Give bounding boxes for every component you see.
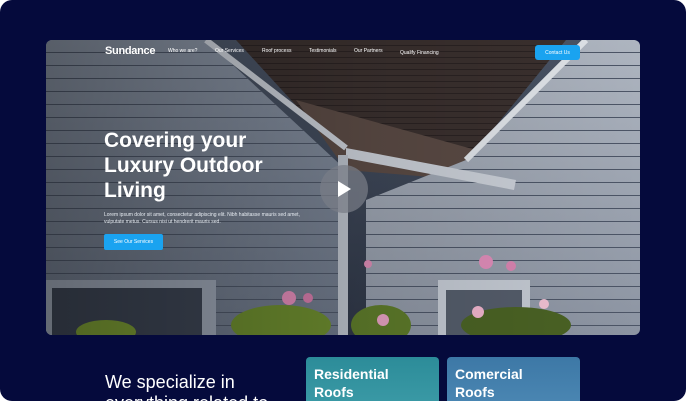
hero-title-line: Covering your [104, 129, 247, 152]
nav-link-testimonials[interactable]: Testimonials [309, 48, 337, 54]
nav-link-who-we-are[interactable]: Who we are? [168, 48, 197, 54]
nav-link-qualify-financing[interactable]: Qualify Financing [400, 50, 439, 56]
nav-link-our-services[interactable]: Our Services [215, 48, 244, 54]
play-video-button[interactable] [320, 165, 368, 213]
hero-title-line: Luxury Outdoor [104, 154, 263, 177]
play-icon [338, 181, 351, 197]
specialize-heading-line: everything related to [105, 393, 295, 401]
card-title: Comercial Roofs [455, 365, 523, 401]
page-frame: Sundance Who we are? Our Services Roof p… [0, 0, 686, 401]
hero-section: Sundance Who we are? Our Services Roof p… [46, 40, 640, 335]
specialize-heading: We specialize in everything related to [105, 372, 295, 401]
card-title-line: Roofs [455, 384, 495, 400]
card-title-line: Comercial [455, 366, 523, 382]
see-our-services-button[interactable]: See Our Services [104, 234, 163, 250]
hero-description: Lorem ipsum dolor sit amet, consectetur … [104, 212, 300, 225]
card-title-line: Residential [314, 366, 389, 382]
nav-link-roof-process[interactable]: Roof process [262, 48, 291, 54]
site-logo[interactable]: Sundance [105, 45, 155, 57]
card-title: Residential Roofs [314, 365, 389, 401]
contact-us-button[interactable]: Contact Us [535, 45, 580, 60]
card-title-line: Roofs [314, 384, 354, 400]
hero-title: Covering your Luxury Outdoor Living [104, 128, 324, 203]
commercial-roofs-card[interactable]: Comercial Roofs [447, 357, 580, 401]
specialize-heading-line: We specialize in [105, 372, 235, 392]
hero-title-line: Living [104, 179, 166, 202]
residential-roofs-card[interactable]: Residential Roofs [306, 357, 439, 401]
nav-link-our-partners[interactable]: Our Partners [354, 48, 383, 54]
